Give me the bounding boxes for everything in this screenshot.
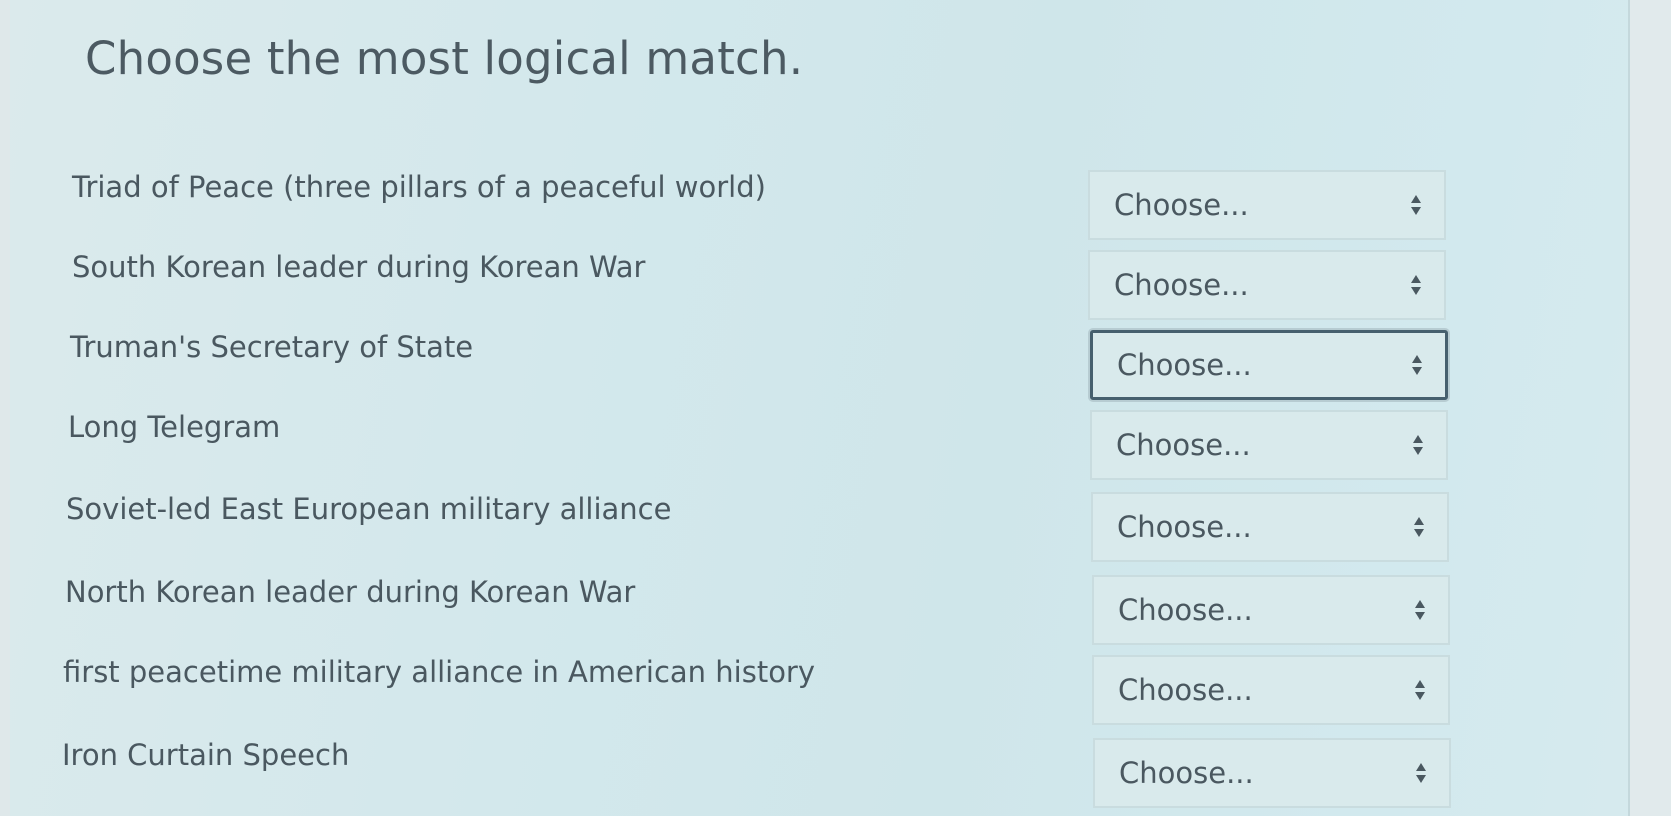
select-value: Choose... <box>1116 428 1251 462</box>
select-value: Choose... <box>1114 188 1249 222</box>
select-value: Choose... <box>1118 673 1253 707</box>
answer-select[interactable]: Choose... <box>1092 575 1450 645</box>
answer-select[interactable]: Choose... <box>1090 410 1448 480</box>
prompt-label: Iron Curtain Speech <box>62 738 350 772</box>
page-margin <box>1630 0 1671 816</box>
up-down-arrows-icon <box>1411 275 1421 295</box>
select-value: Choose... <box>1119 756 1254 790</box>
prompt-label: South Korean leader during Korean War <box>72 250 646 284</box>
up-down-arrows-icon <box>1412 355 1422 375</box>
match-row: Triad of Peace (three pillars of a peace… <box>10 170 1610 248</box>
answer-select[interactable]: Choose... <box>1092 655 1450 725</box>
match-row: Soviet-led East European military allian… <box>10 492 1610 570</box>
match-row: Long Telegram Choose... <box>10 410 1610 488</box>
match-row: North Korean leader during Korean War Ch… <box>10 575 1610 653</box>
answer-select[interactable]: Choose... <box>1093 738 1451 808</box>
select-value: Choose... <box>1118 593 1253 627</box>
up-down-arrows-icon <box>1415 600 1425 620</box>
question-panel: Choose the most logical match. Triad of … <box>10 0 1630 816</box>
up-down-arrows-icon <box>1411 195 1421 215</box>
match-row: South Korean leader during Korean War Ch… <box>10 250 1610 328</box>
answer-select[interactable]: Choose... <box>1091 492 1449 562</box>
question-title: Choose the most logical match. <box>85 32 804 85</box>
answer-select[interactable]: Choose... <box>1088 250 1446 320</box>
match-row: Truman's Secretary of State Choose... <box>10 330 1610 408</box>
match-row: first peacetime military alliance in Ame… <box>10 655 1610 733</box>
prompt-label: North Korean leader during Korean War <box>65 575 636 609</box>
answer-select[interactable]: Choose... <box>1088 170 1446 240</box>
prompt-label: Long Telegram <box>68 410 281 444</box>
up-down-arrows-icon <box>1416 763 1426 783</box>
prompt-label: Triad of Peace (three pillars of a peace… <box>72 170 766 204</box>
answer-select[interactable]: Choose... <box>1090 330 1448 400</box>
up-down-arrows-icon <box>1413 435 1423 455</box>
up-down-arrows-icon <box>1415 680 1425 700</box>
prompt-label: first peacetime military alliance in Ame… <box>63 655 816 689</box>
prompt-label: Truman's Secretary of State <box>70 330 474 364</box>
up-down-arrows-icon <box>1414 517 1424 537</box>
match-row: Iron Curtain Speech Choose... <box>10 738 1610 816</box>
prompt-label: Soviet-led East European military allian… <box>66 492 672 526</box>
select-value: Choose... <box>1117 348 1252 382</box>
select-value: Choose... <box>1117 510 1252 544</box>
select-value: Choose... <box>1114 268 1249 302</box>
